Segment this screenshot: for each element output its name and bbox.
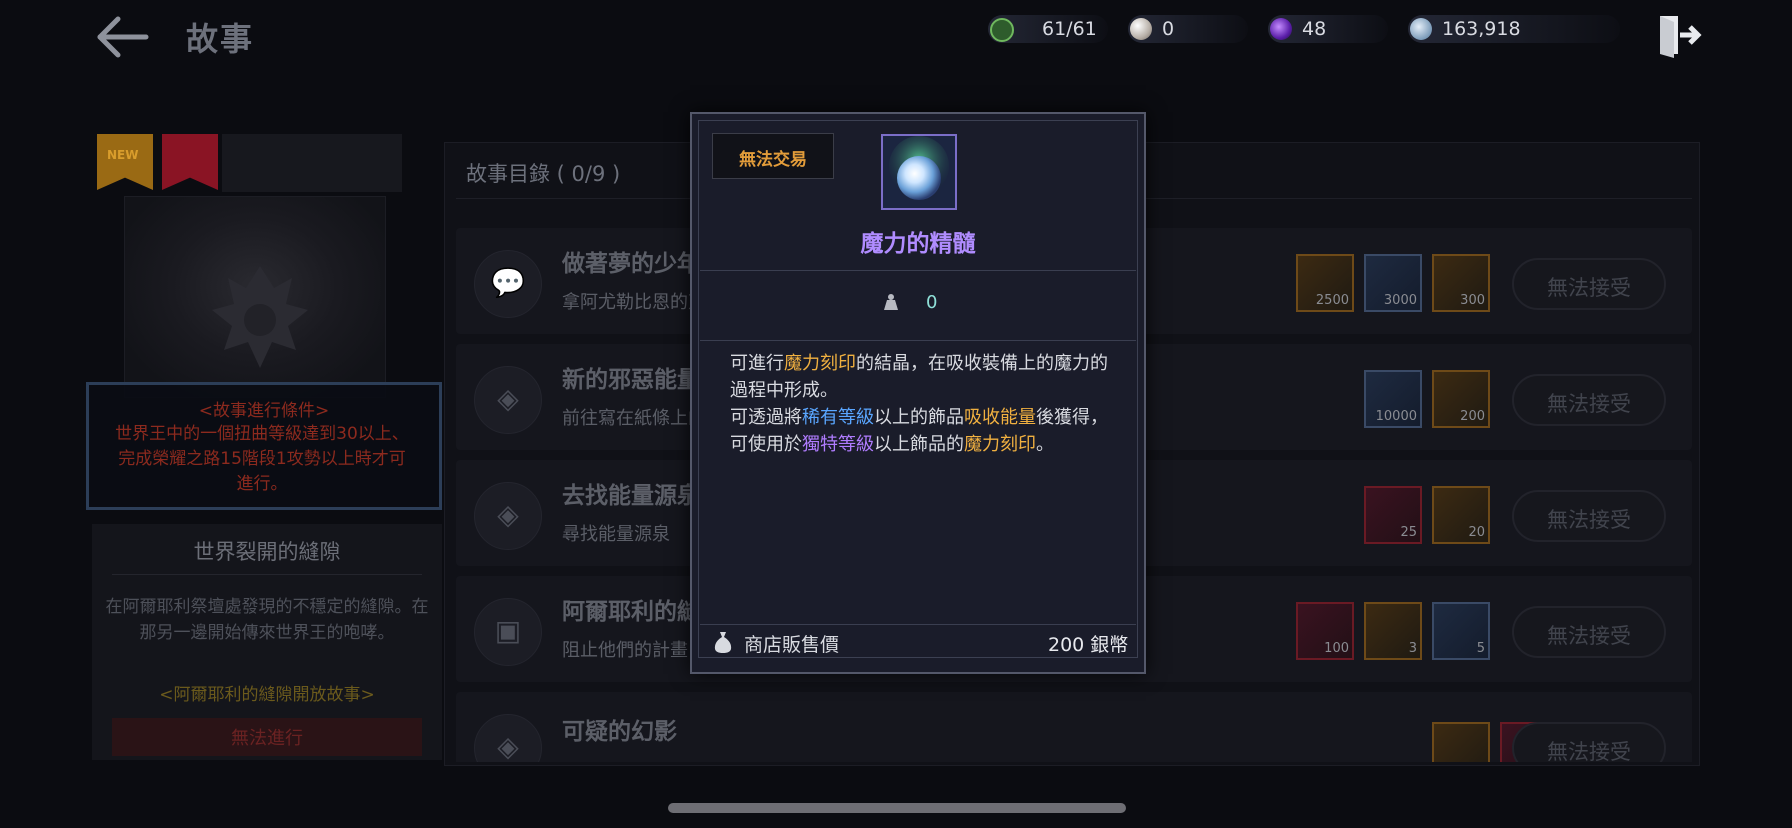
silver-coin-icon xyxy=(1410,18,1432,40)
story-row-title: 可疑的幻影 xyxy=(562,719,677,745)
reward-item[interactable]: 10000 xyxy=(1364,370,1422,428)
currency-stamina[interactable]: 61/61 xyxy=(988,15,1108,43)
world-description: 在阿爾耶利祭壇處發現的不穩定的縫隙。在那另一邊開始傳來世界王的咆哮。 xyxy=(105,597,429,643)
new-badge: NEW xyxy=(97,134,153,190)
accept-button[interactable]: 無法接受 xyxy=(1512,258,1666,310)
world-title: 世界裂開的縫隙 xyxy=(193,540,341,564)
condition-text: 世界王中的一個扭曲等級達到30以上、完成榮耀之路15階段1攻勢以上時才可進行。 xyxy=(115,424,409,494)
description-segment: 魔力刻印 xyxy=(964,434,1036,455)
money-bag-icon xyxy=(714,632,732,653)
description-segment: 可透過將 xyxy=(730,407,802,428)
item-description: 可進行魔力刻印的結晶，在吸收裝備上的魔力的過程中形成。 可透過將稀有等級以上的飾… xyxy=(730,350,1110,458)
item-icon-frame xyxy=(881,134,957,210)
accept-button[interactable]: 無法接受 xyxy=(1512,722,1666,762)
catalog-title: 故事目錄 ( 0/9 ) xyxy=(466,162,621,186)
pearl-icon xyxy=(1130,18,1152,40)
reward-item[interactable]: 5 xyxy=(1432,602,1490,660)
story-row-subtitle: 尋找能量源泉 xyxy=(562,524,670,545)
story-row-title: 做著夢的少年 xyxy=(562,251,700,277)
condition-title: <故事進行條件> xyxy=(198,401,330,421)
world-story-link[interactable]: <阿爾耶利的縫隙開放故事> xyxy=(92,680,442,705)
page-title: 故事 xyxy=(186,20,255,58)
weight-icon xyxy=(884,294,898,310)
story-row-title: 去找能量源泉 xyxy=(562,483,700,509)
world-boss-crest-icon xyxy=(212,266,308,368)
stamina-value: 61/61 xyxy=(1042,18,1097,40)
story-row-subtitle: 阻止他們的計畫 xyxy=(562,640,688,661)
unavailable-button[interactable]: 無法進行 xyxy=(112,718,422,756)
description-segment: 稀有等級 xyxy=(802,407,874,428)
silver-value: 163,918 xyxy=(1442,18,1521,40)
sell-price-value: 200 銀幣 xyxy=(1048,634,1129,656)
description-segment: 可進行 xyxy=(730,353,784,374)
sell-price-label: 商店販售價 xyxy=(744,634,840,656)
accept-button[interactable]: 無法接受 xyxy=(1512,606,1666,658)
description-segment: 獨特等級 xyxy=(802,434,874,455)
portal-icon: ▣ xyxy=(474,598,542,666)
story-row-clip: ◈ 可疑的幻影 無法接受 xyxy=(456,692,1692,762)
badge-bar xyxy=(222,134,402,192)
currency-silver[interactable]: 163,918 xyxy=(1408,15,1620,43)
reward-item[interactable]: 25 xyxy=(1364,486,1422,544)
divider xyxy=(700,340,1136,341)
reward-item[interactable]: 200 xyxy=(1432,370,1490,428)
description-segment: 以上的飾品 xyxy=(874,407,964,428)
quill-badge-icon xyxy=(162,134,218,190)
description-segment: 魔力刻印 xyxy=(784,353,856,374)
currency-dark-orb[interactable]: 48 xyxy=(1268,15,1388,43)
reward-item[interactable]: 2500 xyxy=(1296,254,1354,312)
reward-item[interactable]: 100 xyxy=(1296,602,1354,660)
item-name: 魔力的精髓 xyxy=(860,231,976,257)
mana-essence-icon xyxy=(883,136,955,208)
untradeable-tag: 無法交易 xyxy=(712,133,834,179)
accept-button[interactable]: 無法接受 xyxy=(1512,490,1666,542)
item-weight: 0 xyxy=(926,292,938,313)
reward-item[interactable]: 3 xyxy=(1364,602,1422,660)
reward-item[interactable]: 300 xyxy=(1432,254,1490,312)
story-row-title: 新的邪惡能量 xyxy=(562,367,700,393)
diamond-icon: ◈ xyxy=(474,366,542,434)
back-arrow-icon[interactable] xyxy=(92,14,152,60)
diamond-icon: ◈ xyxy=(474,482,542,550)
accept-button[interactable]: 無法接受 xyxy=(1512,374,1666,426)
description-segment: 吸收能量 xyxy=(964,407,1036,428)
reward-item[interactable] xyxy=(1432,722,1490,762)
chat-icon: 💬 xyxy=(474,250,542,318)
stamina-icon xyxy=(990,18,1014,42)
description-segment: 以上飾品的 xyxy=(874,434,964,455)
dark-orb-icon xyxy=(1270,18,1292,40)
divider xyxy=(112,574,422,575)
divider xyxy=(700,270,1136,271)
currency-pearl[interactable]: 0 xyxy=(1128,15,1248,43)
exit-icon[interactable] xyxy=(1656,12,1702,58)
description-segment: 。 xyxy=(1036,434,1054,455)
dark-orb-value: 48 xyxy=(1302,18,1327,40)
reward-item[interactable]: 3000 xyxy=(1364,254,1422,312)
divider xyxy=(700,624,1136,625)
home-indicator[interactable] xyxy=(668,803,1126,813)
pearl-value: 0 xyxy=(1162,18,1175,40)
reward-item[interactable]: 20 xyxy=(1432,486,1490,544)
